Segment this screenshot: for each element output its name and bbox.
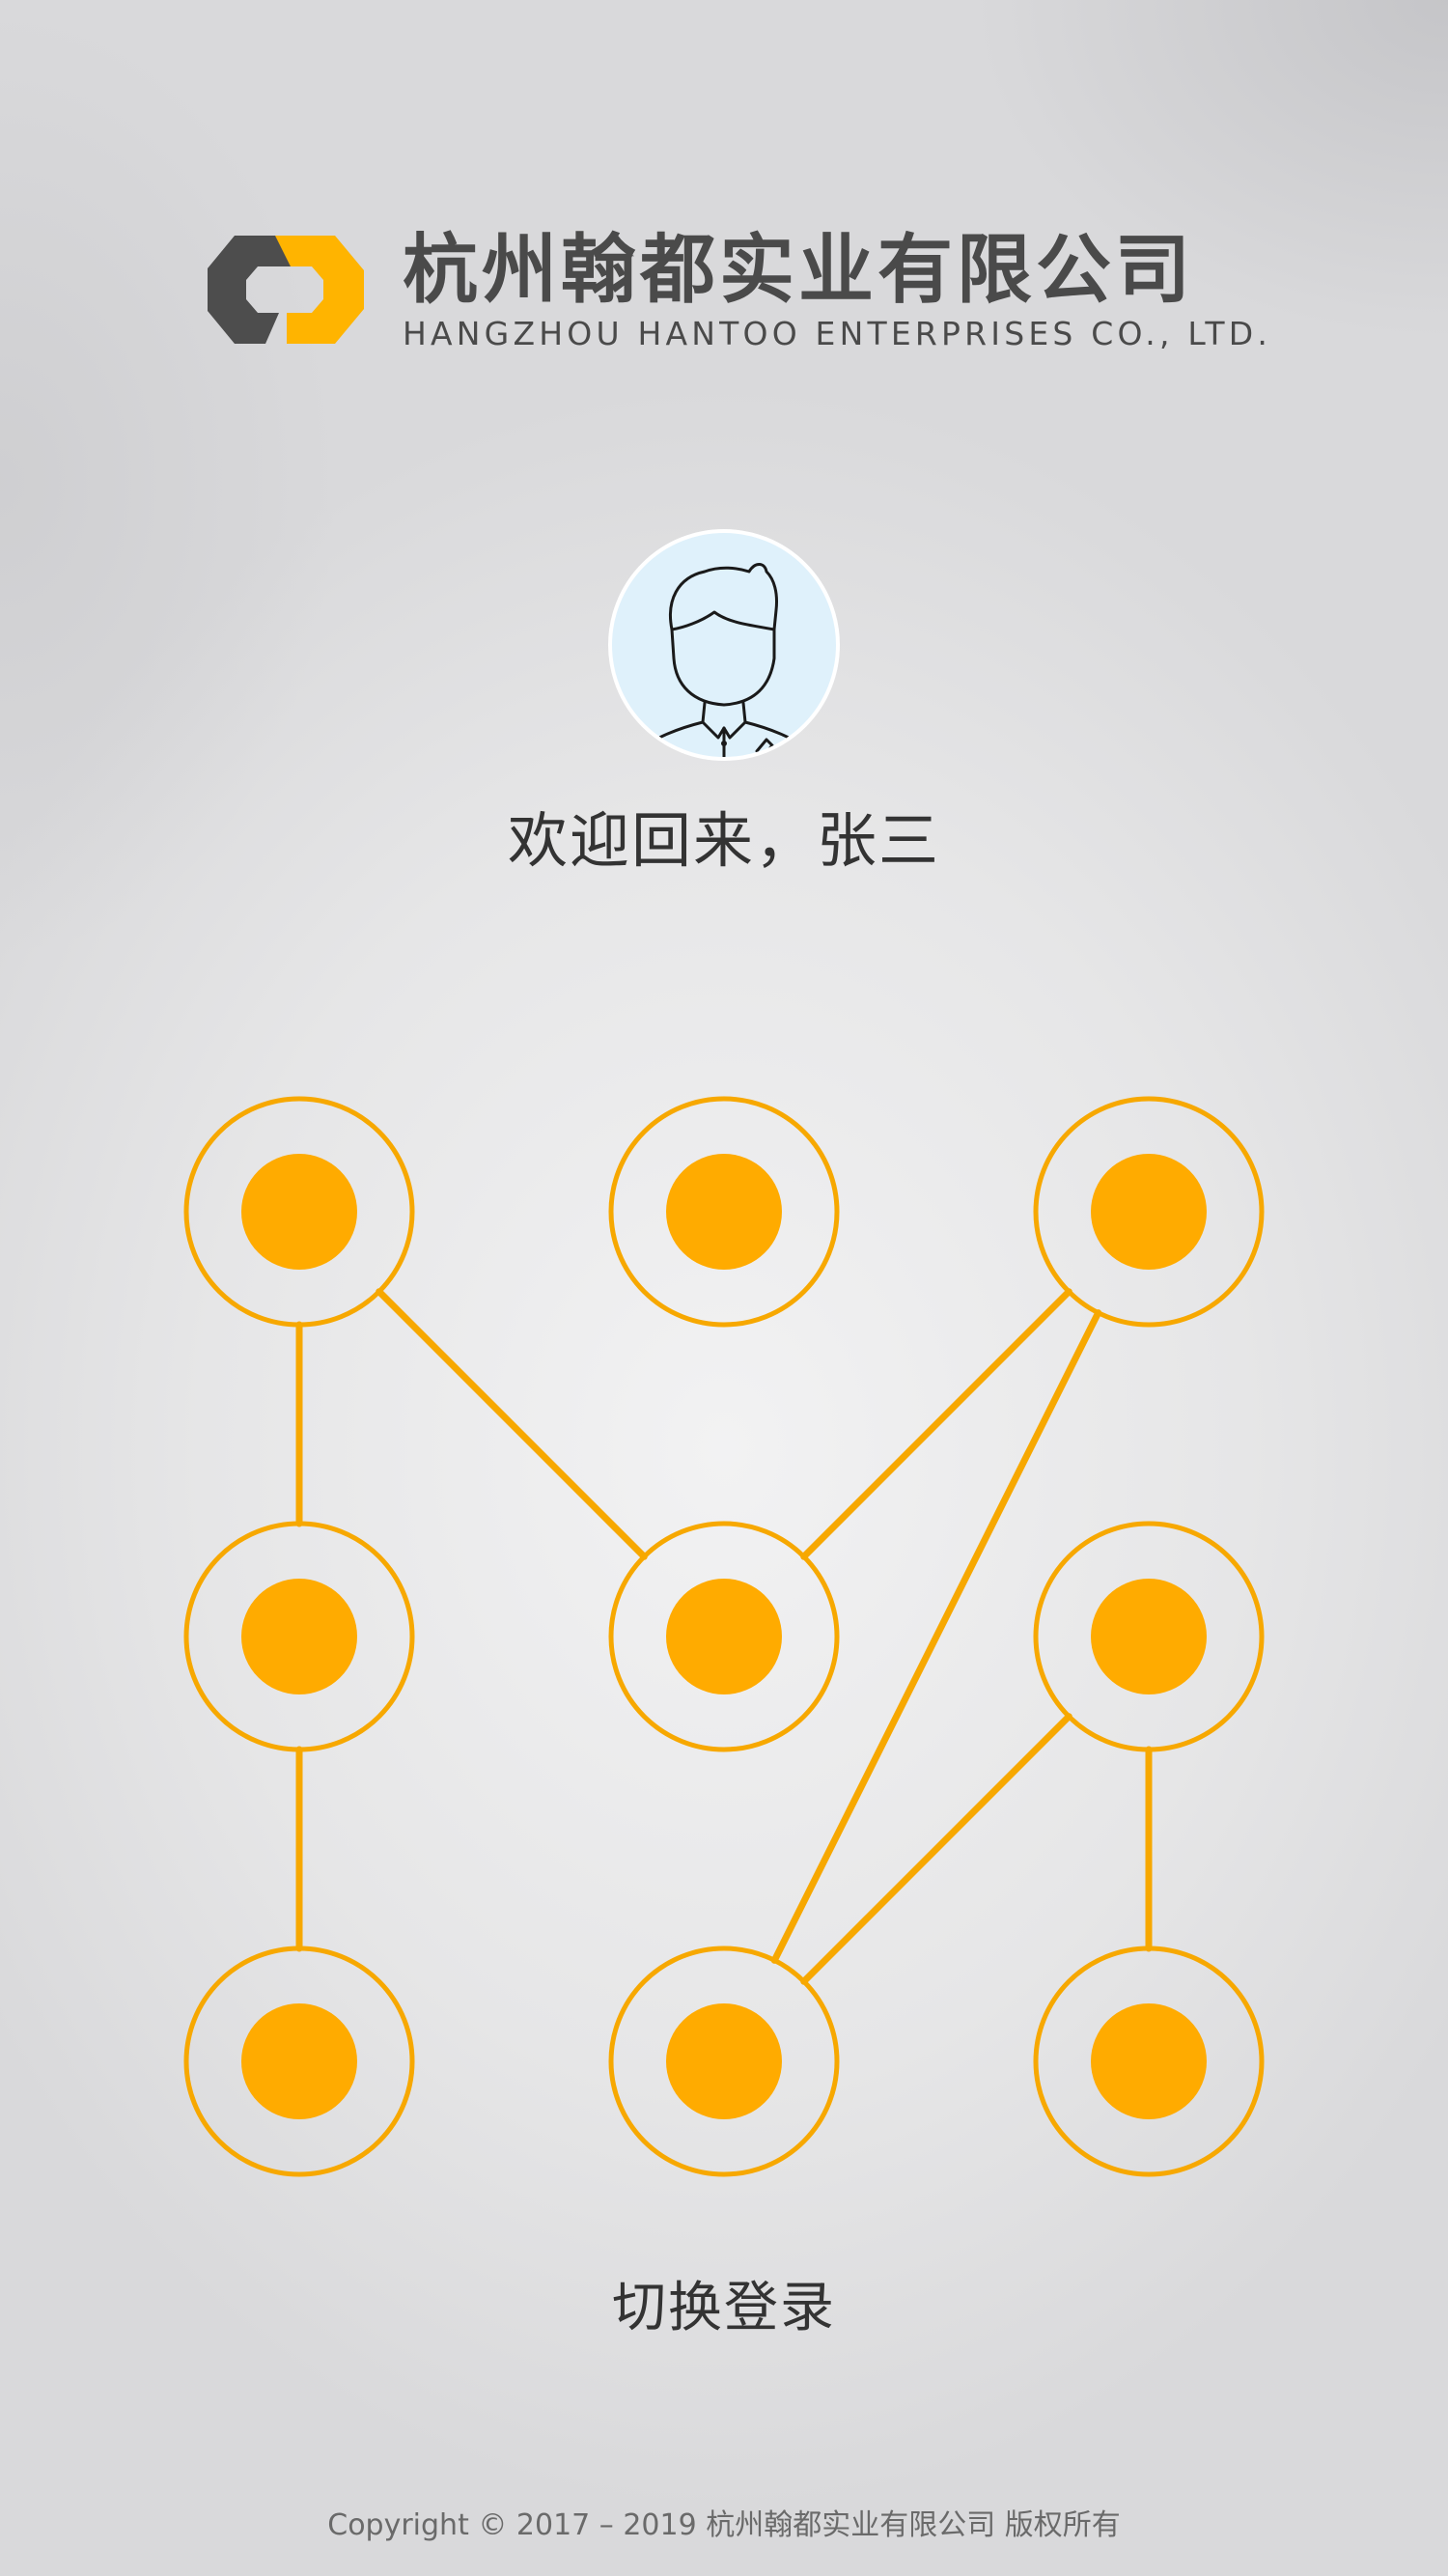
pattern-segment xyxy=(800,1288,1072,1560)
pattern-segment xyxy=(800,1713,1072,1985)
pattern-node-dot xyxy=(241,1154,357,1270)
pattern-node-1[interactable] xyxy=(183,1096,415,1328)
switch-login-link[interactable]: 切换登录 xyxy=(579,2264,869,2342)
gesture-pattern-lock[interactable] xyxy=(0,0,1448,2576)
pattern-node-3[interactable] xyxy=(1033,1096,1265,1328)
pattern-node-dot xyxy=(241,2003,357,2119)
pattern-node-4[interactable] xyxy=(183,1521,415,1752)
copyright-text: Copyright © 2017 – 2019 杭州翰都实业有限公司 版权所有 xyxy=(327,2508,1121,2542)
pattern-segment xyxy=(376,1288,648,1560)
pattern-node-8[interactable] xyxy=(608,1946,840,2177)
pattern-node-dot xyxy=(666,2003,782,2119)
pattern-node-9[interactable] xyxy=(1033,1946,1265,2177)
pattern-node-5[interactable] xyxy=(608,1521,840,1752)
pattern-node-2[interactable] xyxy=(608,1096,840,1328)
pattern-node-7[interactable] xyxy=(183,1946,415,2177)
pattern-node-dot xyxy=(666,1579,782,1694)
pattern-node-dot xyxy=(1091,2003,1207,2119)
pattern-segment xyxy=(770,1309,1102,1964)
pattern-node-dot xyxy=(1091,1579,1207,1694)
pattern-node-dot xyxy=(1091,1154,1207,1270)
pattern-node-6[interactable] xyxy=(1033,1521,1265,1752)
pattern-node-dot xyxy=(666,1154,782,1270)
pattern-node-dot xyxy=(241,1579,357,1694)
